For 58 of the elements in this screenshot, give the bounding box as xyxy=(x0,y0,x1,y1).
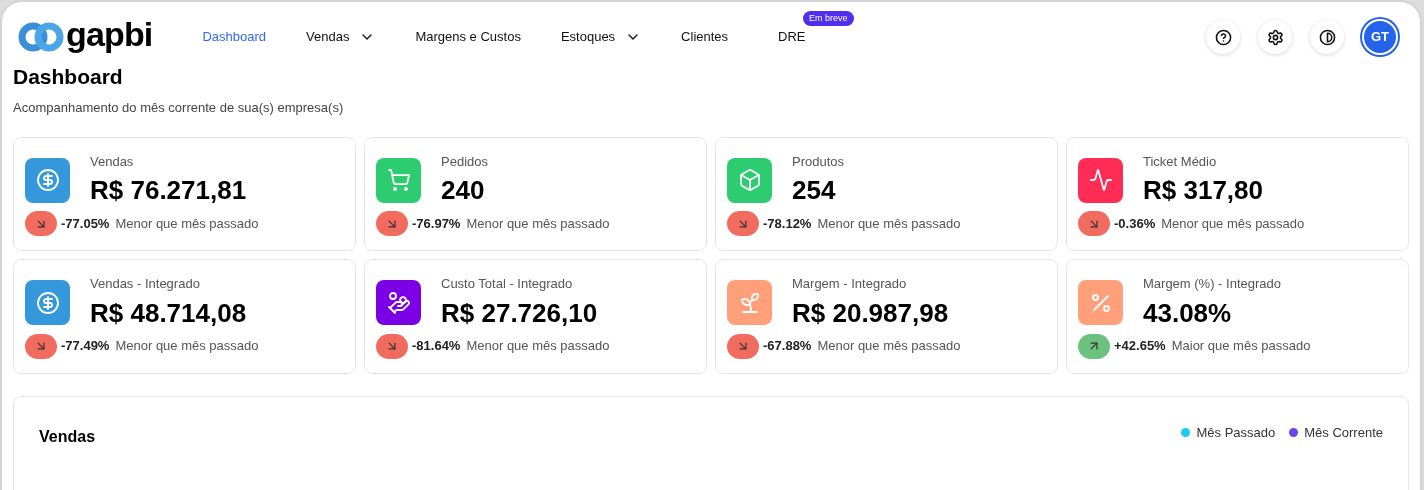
card-value: R$ 48.714,08 xyxy=(90,296,247,330)
change-note: Maior que mês passado xyxy=(1171,337,1311,356)
change-percent: -78.12% xyxy=(763,214,812,233)
card-value: R$ 317,80 xyxy=(1143,174,1263,207)
card-label: Margem - Integrado xyxy=(792,275,908,293)
hand-coins-icon xyxy=(386,290,411,315)
card-label: Vendas xyxy=(90,152,135,171)
change-percent: +42.65% xyxy=(1114,337,1166,356)
dollar-icon xyxy=(35,168,60,192)
change-note: Menor que mês passado xyxy=(115,214,259,233)
card-label: Ticket Médio xyxy=(1143,152,1218,171)
contrast-button[interactable] xyxy=(1310,20,1344,54)
pulse-icon xyxy=(1088,168,1113,192)
settings-icon xyxy=(1266,28,1284,46)
nav-item[interactable]: Dashboard xyxy=(182,19,287,55)
legend-label: Mês Corrente xyxy=(1304,423,1383,442)
logo-icon xyxy=(18,21,64,53)
change-percent: -77.49% xyxy=(61,337,110,356)
card-value: 254 xyxy=(792,174,837,207)
logo-text: gapbi xyxy=(66,17,153,51)
help-icon xyxy=(1214,28,1232,46)
panel-title: Vendas xyxy=(39,426,96,447)
change-percent: -67.88% xyxy=(763,337,812,356)
change-note: Menor que mês passado xyxy=(466,337,610,356)
card-value: 240 xyxy=(441,174,486,207)
card-value: 43.08% xyxy=(1143,296,1233,330)
cart-icon xyxy=(386,168,411,192)
page-subtitle: Acompanhamento do mês corrente de sua(s) empresa(s) xyxy=(13,99,345,117)
settings-button[interactable] xyxy=(1258,20,1292,54)
change-percent: -81.64% xyxy=(412,337,461,356)
card-label: Margem (%) - Integrado xyxy=(1143,275,1281,293)
card-label: Produtos xyxy=(792,152,845,171)
change-note: Menor que mês passado xyxy=(817,214,961,233)
dollar-icon xyxy=(35,290,60,315)
change-note: Menor que mês passado xyxy=(817,337,961,356)
change-note: Menor que mês passado xyxy=(1161,214,1305,233)
page-title: Dashboard xyxy=(13,66,124,88)
contrast-icon xyxy=(1318,28,1336,46)
change-note: Menor que mês passado xyxy=(466,214,610,233)
card-label: Custo Total - Integrado xyxy=(441,275,574,293)
card-value: R$ 27.726,10 xyxy=(441,296,598,330)
change-percent: -77.05% xyxy=(61,214,110,233)
legend-label: Mês Passado xyxy=(1196,423,1276,442)
change-percent: -76.97% xyxy=(412,214,461,233)
change-percent: -0.36% xyxy=(1114,214,1156,233)
coming-soon-badge: Em breve xyxy=(803,11,854,27)
nav-item[interactable]: Estoques xyxy=(540,19,662,55)
card-value: R$ 20.987,98 xyxy=(792,296,949,330)
help-button[interactable] xyxy=(1206,20,1240,54)
nav-item[interactable]: Vendas xyxy=(286,19,396,55)
box-icon xyxy=(737,168,762,192)
change-note: Menor que mês passado xyxy=(115,337,259,356)
card-label: Vendas - Integrado xyxy=(90,275,201,293)
nav-item[interactable]: Margens e Custos xyxy=(395,19,541,55)
card-value: R$ 76.271,81 xyxy=(90,174,247,207)
nav-item[interactable]: Clientes xyxy=(661,19,749,55)
card-label: Pedidos xyxy=(441,152,488,171)
avatar[interactable]: GT xyxy=(1362,19,1398,55)
